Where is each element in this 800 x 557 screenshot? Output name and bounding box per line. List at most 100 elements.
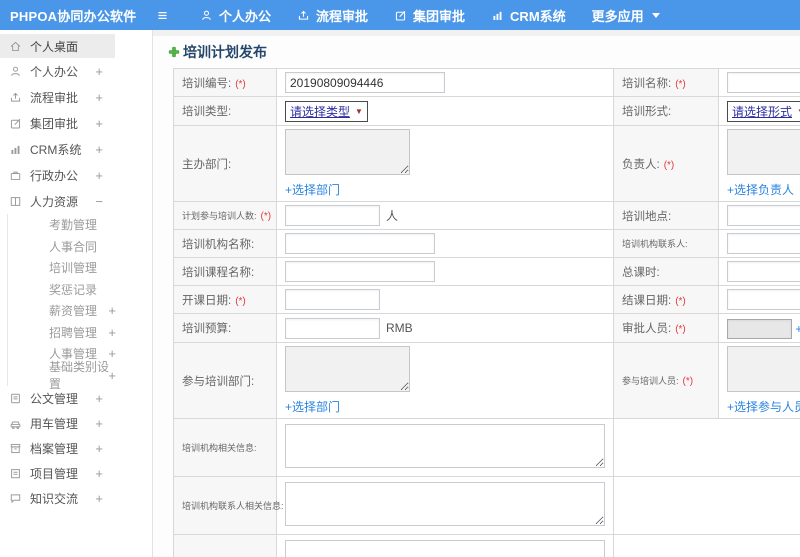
required-mark: (*) <box>235 295 246 307</box>
workflow-icon <box>298 10 309 20</box>
sidebar-item-archive-mgmt[interactable]: 档案管理 + <box>0 436 115 461</box>
end-date-input[interactable] <box>727 289 800 310</box>
required-mark: (*) <box>675 295 686 307</box>
sidebar-item-human-resources[interactable]: 人力资源 − <box>0 188 115 214</box>
org-contact-info-textarea[interactable] <box>285 482 605 526</box>
row-org-contact-info: 培训机构联系人相关信息: <box>173 476 800 535</box>
expand-plus-icon[interactable]: + <box>108 368 116 383</box>
approver-input[interactable] <box>727 319 792 339</box>
sidebar-item-document-mgmt[interactable]: 公文管理 + <box>0 386 115 411</box>
field-label: 计划参与培训人数: <box>182 211 257 221</box>
expand-plus-icon[interactable]: + <box>108 303 116 318</box>
org-info-textarea[interactable] <box>285 424 605 468</box>
sidebar-subitem-salary[interactable]: 薪资管理 + <box>8 300 116 322</box>
sidebar-subitem-attendance[interactable]: 考勤管理 <box>8 214 116 236</box>
nav-more-apps[interactable]: 更多应用 <box>592 6 660 25</box>
course-name-input[interactable] <box>285 261 435 282</box>
join-dept-textarea[interactable] <box>285 346 410 392</box>
required-mark: (*) <box>682 376 694 387</box>
requirement-textarea[interactable] <box>285 540 605 557</box>
archive-icon <box>10 443 21 454</box>
host-dept-textarea[interactable] <box>285 129 410 175</box>
nav-group-approval[interactable]: 集团审批 <box>394 6 465 25</box>
expand-plus-icon[interactable]: + <box>95 168 103 183</box>
chart-icon <box>493 11 502 20</box>
training-type-select[interactable]: 请选择类型 ▼ <box>285 100 368 122</box>
sidebar-item-personal-office[interactable]: 个人办公 + <box>0 58 115 84</box>
leader-textarea[interactable] <box>727 129 800 175</box>
sidebar-subitem-base-category[interactable]: 基础类别设置 + <box>8 360 116 391</box>
nav-personal-office[interactable]: 个人办公 <box>200 6 271 25</box>
sidebar-item-vehicle-mgmt[interactable]: 用车管理 + <box>0 411 115 436</box>
sidebar-item-label: 项目管理 <box>30 467 79 481</box>
field-label: 结课日期: <box>622 294 672 307</box>
top-bar: PHPOA协同办公软件 个人办公 流程审批 集团审批 CRM系统 更多应用 <box>0 0 800 30</box>
green-plus-icon <box>168 46 180 58</box>
training-mode-select[interactable]: 请选择形式▼ <box>727 100 800 122</box>
main-content: 培训计划发布 培训编号:(*) 培训名称:(*) 培训类型: 请选择类型▼ 培训… <box>153 30 800 557</box>
expand-plus-icon[interactable]: + <box>95 90 103 105</box>
sidebar-subitem-hr-contract[interactable]: 人事合同 <box>8 236 116 258</box>
choose-dept-link[interactable]: +选择部门 <box>285 398 340 415</box>
field-label: 培训形式: <box>622 106 672 118</box>
org-name-input[interactable] <box>285 233 435 254</box>
location-input[interactable] <box>727 205 800 226</box>
expand-plus-icon[interactable]: + <box>95 142 103 157</box>
nav-workflow-approval[interactable]: 流程审批 <box>297 6 368 25</box>
sidebar-item-group-approval[interactable]: 集团审批 + <box>0 110 115 136</box>
select-value: 请选择形式 <box>732 104 793 119</box>
sidebar-item-admin-office[interactable]: 行政办公 + <box>0 162 115 188</box>
sidebar-subitem-training[interactable]: 培训管理 <box>8 257 116 279</box>
join-people-textarea[interactable] <box>727 346 800 392</box>
sidebar-item-workflow-approval[interactable]: 流程审批 + <box>0 84 115 110</box>
expand-plus-icon[interactable]: + <box>95 116 103 131</box>
choose-leader-link[interactable]: +选择负责人 <box>727 181 794 198</box>
planned-count-input[interactable] <box>285 205 380 226</box>
field-label: 培训地点: <box>622 210 672 223</box>
expand-plus-icon[interactable]: + <box>108 325 116 340</box>
training-name-input[interactable] <box>727 72 800 93</box>
sidebar-subitem-rewards[interactable]: 奖惩记录 <box>8 279 116 301</box>
training-number-input[interactable] <box>285 72 445 93</box>
expand-plus-icon[interactable]: + <box>95 64 103 79</box>
nav-crm-system[interactable]: CRM系统 <box>491 6 566 25</box>
expand-plus-icon[interactable]: + <box>95 391 103 406</box>
hamburger-icon <box>158 11 167 19</box>
sidebar-item-project-mgmt[interactable]: 项目管理 + <box>0 461 115 486</box>
total-hours-input[interactable] <box>727 261 800 282</box>
empty-cell <box>613 418 800 477</box>
page-title-bar: 培训计划发布 <box>153 36 800 68</box>
sidebar-item-personal-desktop[interactable]: 个人桌面 <box>0 34 115 58</box>
menu-toggle-button[interactable] <box>156 9 178 22</box>
nav-label: 流程审批 <box>316 8 369 24</box>
choose-dept-link[interactable]: +选择部门 <box>285 181 340 198</box>
collapse-minus-icon[interactable]: − <box>95 194 103 209</box>
sidebar-subitem-label: 奖惩记录 <box>49 282 98 297</box>
required-mark: (*) <box>260 211 272 222</box>
nav-label: CRM系统 <box>510 8 566 24</box>
org-contact-input[interactable] <box>727 233 800 254</box>
sidebar-subitem-label: 人事合同 <box>49 239 98 254</box>
row-joindept-joinpeople: 参与培训部门: +选择部门 参与培训人员: (*) +选择参与人员 <box>173 342 800 419</box>
choose-approver-link[interactable]: +选择审批人员 <box>795 320 800 337</box>
user-icon <box>202 10 211 20</box>
field-label: 培训课程名称: <box>182 266 255 279</box>
edit-icon <box>395 10 406 20</box>
start-date-input[interactable] <box>285 289 380 310</box>
sidebar-subitem-recruit[interactable]: 招聘管理 + <box>8 322 116 344</box>
expand-plus-icon[interactable]: + <box>95 491 103 506</box>
field-label: 审批人员: <box>622 323 672 335</box>
sidebar-item-knowledge-exchange[interactable]: 知识交流 + <box>0 486 115 511</box>
sidebar-item-label: 知识交流 <box>30 492 79 506</box>
row-count-location: 计划参与培训人数: (*) 人 培训地点: <box>173 201 800 230</box>
budget-input[interactable] <box>285 317 380 339</box>
expand-plus-icon[interactable]: + <box>95 441 103 456</box>
choose-join-people-link[interactable]: +选择参与人员 <box>727 398 800 415</box>
unit-label: 人 <box>386 209 399 223</box>
field-label: 培训编号: <box>182 77 232 90</box>
sidebar-item-crm[interactable]: CRM系统 + <box>0 136 115 162</box>
expand-plus-icon[interactable]: + <box>95 466 103 481</box>
empty-cell <box>613 476 800 535</box>
sidebar-item-label: 人力资源 <box>30 194 79 209</box>
expand-plus-icon[interactable]: + <box>95 416 103 431</box>
